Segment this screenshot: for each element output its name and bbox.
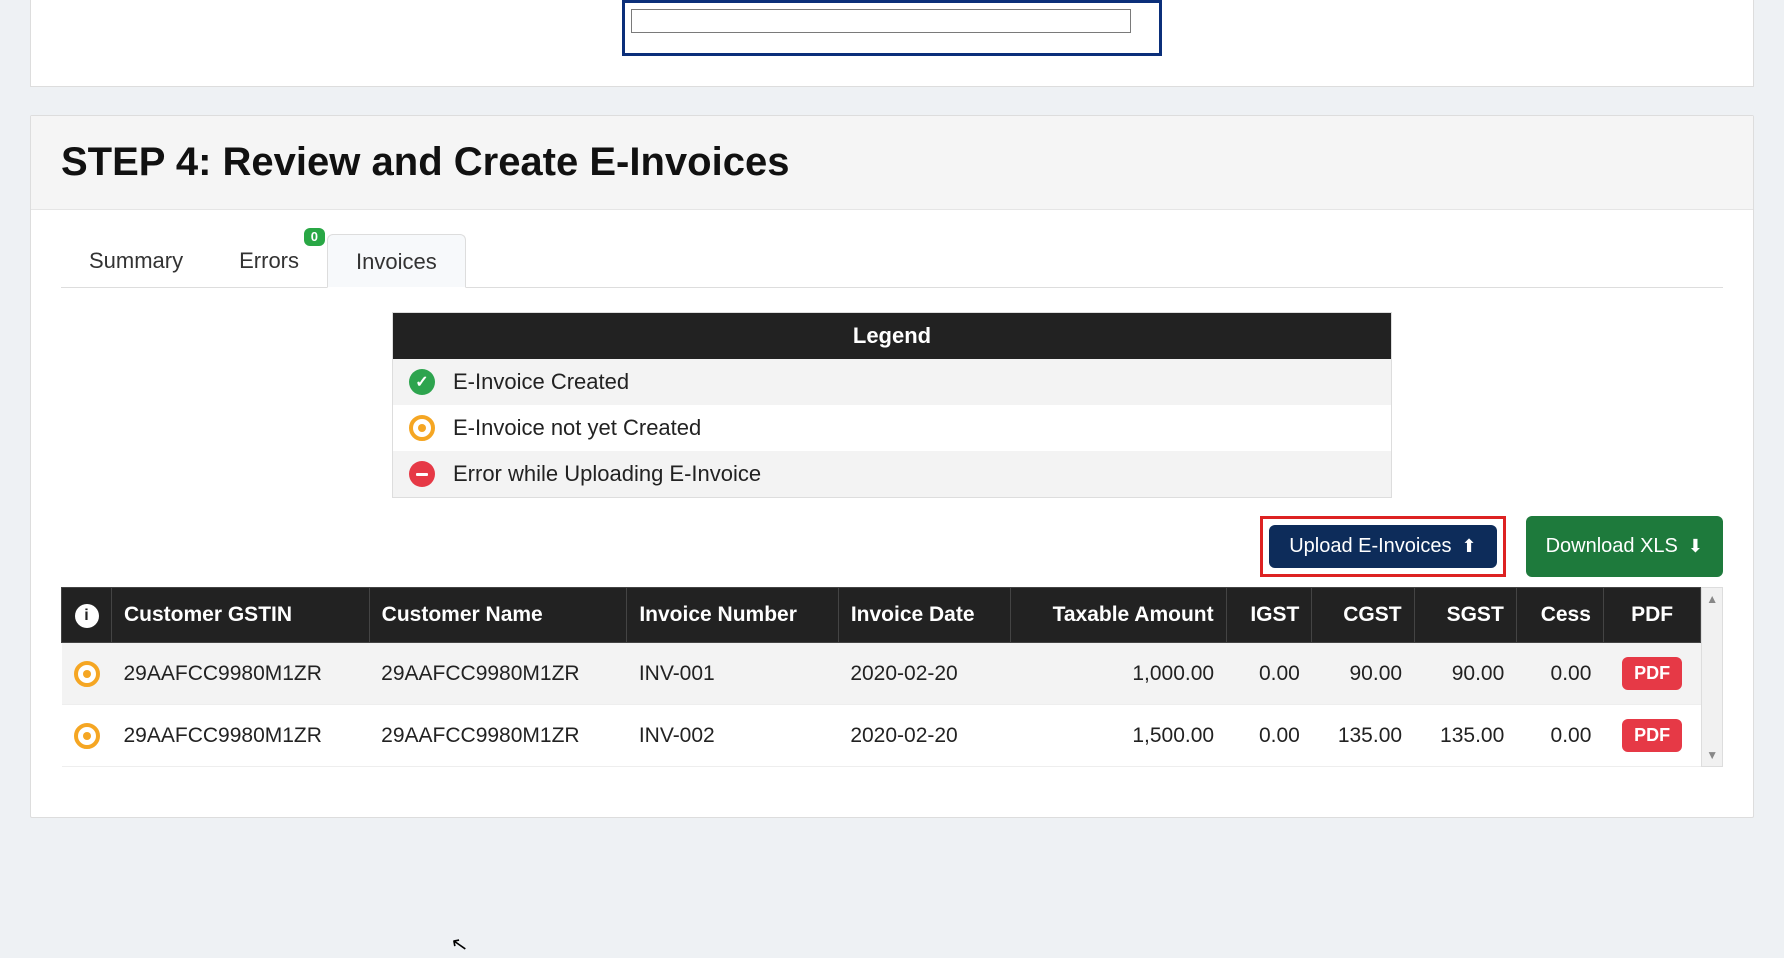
cell-taxable: 1,000.00 [1011, 643, 1227, 705]
th-invno: Invoice Number [627, 588, 838, 643]
cell-name: 29AAFCC9980M1ZR [369, 705, 627, 767]
table-row: 29AAFCC9980M1ZR29AAFCC9980M1ZRINV-002202… [62, 705, 1701, 767]
tab-summary-label: Summary [89, 248, 183, 273]
tab-invoices-label: Invoices [356, 249, 437, 274]
table-scrollbar[interactable]: ▲ ▼ [1701, 587, 1723, 767]
invoice-table-wrap: i Customer GSTIN Customer Name Invoice N… [61, 587, 1723, 767]
cell-invno: INV-002 [627, 705, 838, 767]
download-xls-button[interactable]: Download XLS ⬇ [1526, 516, 1723, 577]
upload-einvoices-button[interactable]: Upload E-Invoices ⬆ [1269, 525, 1496, 568]
top-text-input[interactable] [631, 9, 1131, 33]
pending-icon [74, 723, 100, 749]
tab-invoices[interactable]: Invoices [327, 234, 466, 288]
tab-summary[interactable]: Summary [61, 234, 211, 287]
upper-panel [30, 0, 1754, 87]
th-sgst: SGST [1414, 588, 1516, 643]
scroll-down-icon: ▼ [1706, 748, 1718, 762]
cell-pdf: PDF [1603, 705, 1700, 767]
step4-panel: STEP 4: Review and Create E-Invoices Sum… [30, 115, 1754, 818]
th-info: i [62, 588, 112, 643]
th-pdf: PDF [1603, 588, 1700, 643]
info-icon: i [75, 604, 99, 628]
scroll-up-icon: ▲ [1706, 592, 1718, 606]
th-date: Invoice Date [838, 588, 1010, 643]
cell-sgst: 135.00 [1414, 705, 1516, 767]
legend-created-label: E-Invoice Created [453, 369, 629, 395]
legend-row-error: Error while Uploading E-Invoice [393, 451, 1391, 497]
th-cess: Cess [1516, 588, 1603, 643]
legend-pending-label: E-Invoice not yet Created [453, 415, 701, 441]
download-button-label: Download XLS [1546, 535, 1678, 558]
tab-errors[interactable]: Errors 0 [211, 234, 327, 287]
th-name: Customer Name [369, 588, 627, 643]
cell-name: 29AAFCC9980M1ZR [369, 643, 627, 705]
cell-igst: 0.00 [1226, 705, 1312, 767]
pdf-button[interactable]: PDF [1622, 657, 1682, 690]
th-taxable: Taxable Amount [1011, 588, 1227, 643]
pdf-button[interactable]: PDF [1622, 719, 1682, 752]
cell-gstin: 29AAFCC9980M1ZR [112, 643, 370, 705]
legend-box: Legend E-Invoice Created E-Invoice not y… [392, 312, 1392, 498]
upload-highlight-box: Upload E-Invoices ⬆ [1260, 516, 1505, 577]
cell-cess: 0.00 [1516, 705, 1603, 767]
th-gstin: Customer GSTIN [112, 588, 370, 643]
cell-gstin: 29AAFCC9980M1ZR [112, 705, 370, 767]
error-icon [409, 461, 435, 487]
step4-title: STEP 4: Review and Create E-Invoices [61, 140, 1723, 185]
tab-errors-label: Errors [239, 248, 299, 273]
tabs: Summary Errors 0 Invoices [61, 234, 1723, 288]
input-frame [622, 0, 1162, 56]
mouse-cursor-icon: ↖ [449, 931, 470, 958]
table-row: 29AAFCC9980M1ZR29AAFCC9980M1ZRINV-001202… [62, 643, 1701, 705]
cell-igst: 0.00 [1226, 643, 1312, 705]
cell-date: 2020-02-20 [838, 643, 1010, 705]
cell-taxable: 1,500.00 [1011, 705, 1227, 767]
errors-badge: 0 [304, 228, 325, 246]
cell-cess: 0.00 [1516, 643, 1603, 705]
row-status-cell [62, 705, 112, 767]
cell-sgst: 90.00 [1414, 643, 1516, 705]
legend-row-pending: E-Invoice not yet Created [393, 405, 1391, 451]
legend-error-label: Error while Uploading E-Invoice [453, 461, 761, 487]
cell-cgst: 135.00 [1312, 705, 1414, 767]
legend-header: Legend [393, 313, 1391, 359]
cell-pdf: PDF [1603, 643, 1700, 705]
cell-cgst: 90.00 [1312, 643, 1414, 705]
step4-header: STEP 4: Review and Create E-Invoices [31, 116, 1753, 210]
th-igst: IGST [1226, 588, 1312, 643]
pending-icon [409, 415, 435, 441]
pending-icon [74, 661, 100, 687]
th-cgst: CGST [1312, 588, 1414, 643]
legend-row-created: E-Invoice Created [393, 359, 1391, 405]
row-status-cell [62, 643, 112, 705]
cell-date: 2020-02-20 [838, 705, 1010, 767]
upload-arrow-icon: ⬆ [1462, 536, 1477, 557]
cell-invno: INV-001 [627, 643, 838, 705]
check-icon [409, 369, 435, 395]
invoice-table: i Customer GSTIN Customer Name Invoice N… [61, 587, 1701, 767]
actions-row: Upload E-Invoices ⬆ Download XLS ⬇ [61, 516, 1723, 577]
upload-button-label: Upload E-Invoices [1289, 535, 1451, 558]
download-arrow-icon: ⬇ [1688, 536, 1703, 557]
